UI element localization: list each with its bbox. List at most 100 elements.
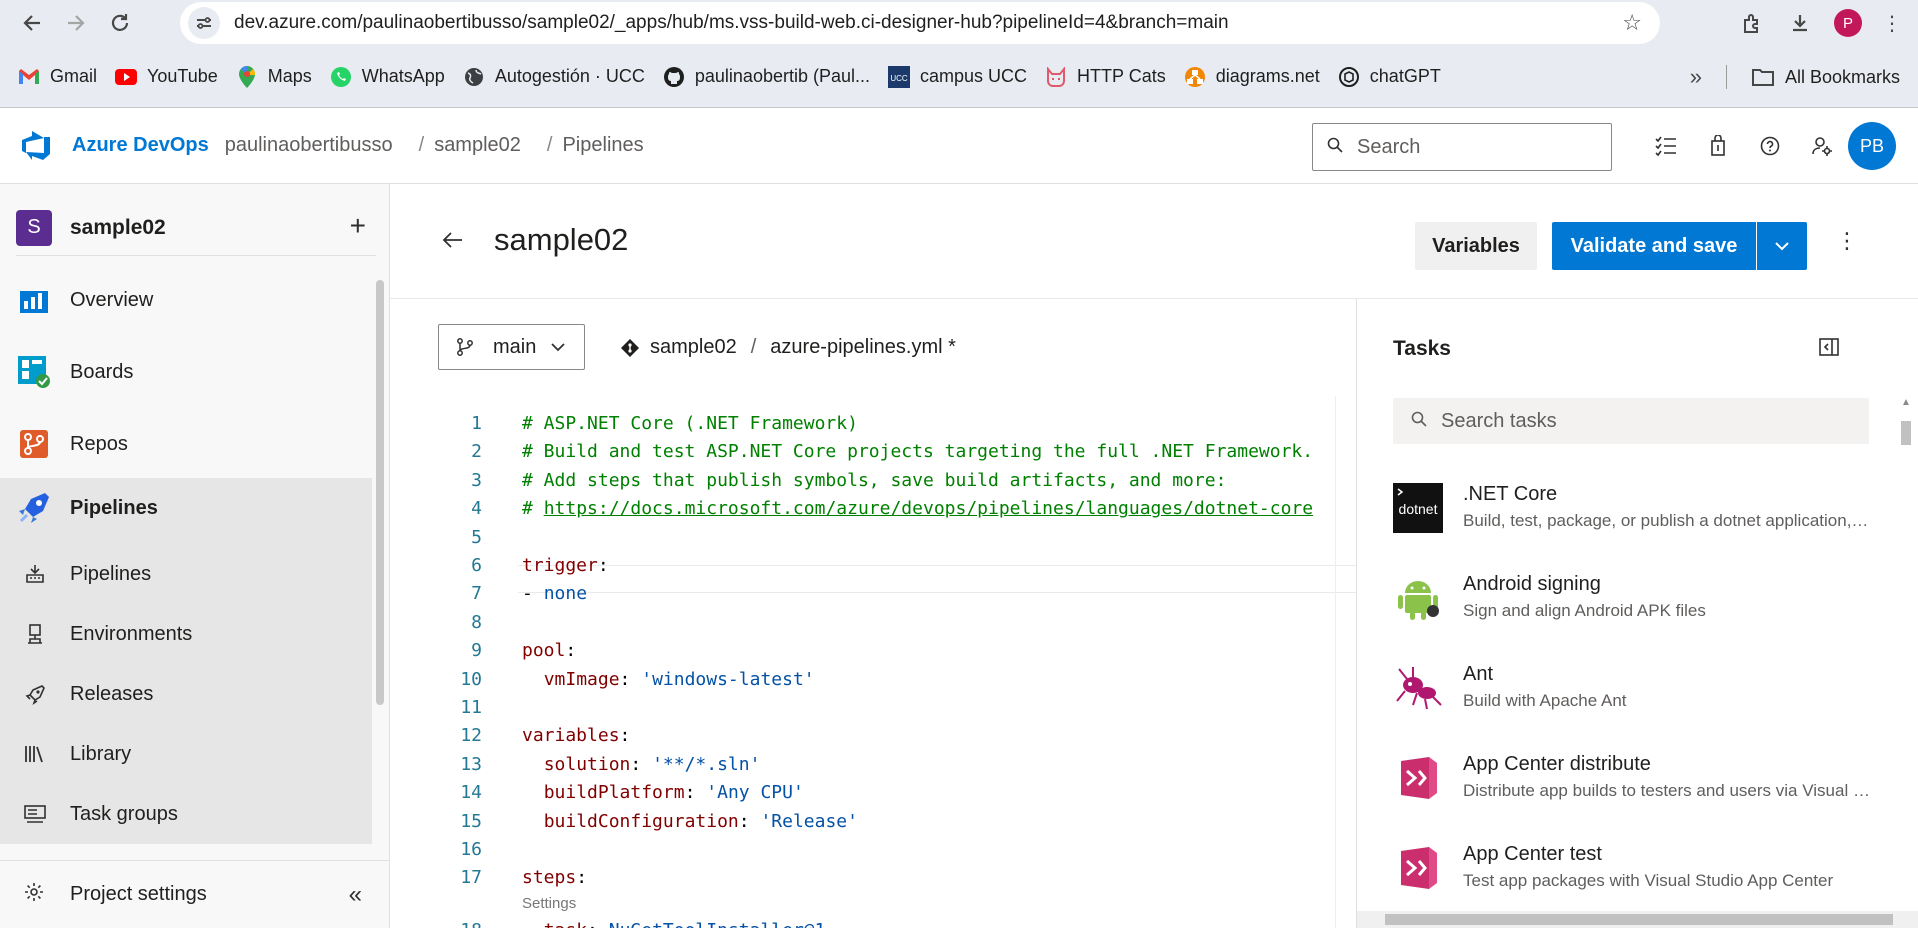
sidebar-item-label: Repos (70, 432, 128, 455)
download-icon[interactable] (1776, 12, 1824, 34)
back-button[interactable] (12, 3, 52, 43)
task-description: Distribute app builds to testers and use… (1463, 781, 1873, 800)
line-number: 17 (460, 867, 482, 889)
globe-icon (463, 66, 485, 88)
yaml-code-editor[interactable]: 1 # ASP.NET Core (.NET Framework) 2 # Build… (438, 396, 1356, 928)
line-number: 15 (460, 810, 482, 832)
arrow-left-icon (23, 15, 40, 31)
search-input[interactable] (1357, 135, 1577, 159)
tasks-search-box[interactable] (1393, 398, 1869, 444)
bookmark-gmail[interactable]: Gmail (18, 66, 97, 88)
collapse-nav-icon[interactable]: « (349, 881, 362, 909)
user-avatar[interactable]: PB (1848, 122, 1896, 170)
header-icons (1640, 108, 1848, 184)
ucc-icon: UCC (888, 65, 911, 88)
back-arrow-icon[interactable] (442, 228, 464, 256)
sidebar-subitem-releases[interactable]: Releases (0, 664, 372, 724)
task-description: Sign and align Android APK files (1463, 601, 1706, 620)
project-settings-link[interactable]: Project settings « (0, 860, 390, 928)
save-options-dropdown[interactable] (1757, 222, 1807, 270)
sidebar-subitem-library[interactable]: Library (0, 724, 372, 784)
tasks-horizontal-scrollbar[interactable] (1357, 911, 1918, 928)
tasks-vertical-scrollbar[interactable]: ▲ (1897, 397, 1915, 907)
task-android-signing[interactable]: Android signing Sign and align Android A… (1393, 565, 1893, 635)
repo-name-link[interactable]: sample02 (650, 336, 737, 359)
breadcrumb-org[interactable]: paulinaobertibusso (225, 134, 393, 157)
variables-button[interactable]: Variables (1415, 222, 1537, 270)
bookmark-autogestion[interactable]: Autogestión · UCC (463, 66, 645, 88)
browser-actions: P ⋮ (1728, 0, 1918, 46)
bookmark-diagrams[interactable]: diagrams.net (1184, 66, 1320, 88)
line-number: 5 (471, 526, 482, 548)
bookmark-maps[interactable]: Maps (236, 65, 312, 88)
reload-button[interactable] (100, 3, 140, 43)
sidebar-item-pipelines[interactable]: Pipelines (0, 478, 372, 538)
bookmark-github[interactable]: paulinaobertib (Paul... (663, 66, 870, 88)
bookmark-label: HTTP Cats (1077, 66, 1166, 86)
bookmark-campus-ucc[interactable]: UCC campus UCC (888, 65, 1028, 88)
forward-button[interactable] (56, 3, 96, 43)
sidebar-subitem-pipelines[interactable]: Pipelines (0, 544, 372, 604)
help-icon[interactable] (1744, 136, 1796, 156)
sidebar-subitem-environments[interactable]: Environments (0, 604, 372, 664)
environments-icon (22, 621, 48, 647)
breadcrumb-project[interactable]: sample02 (434, 134, 521, 157)
folder-icon (1751, 67, 1775, 87)
profile-button[interactable]: P (1824, 9, 1872, 37)
extensions-icon[interactable] (1728, 12, 1776, 34)
app-center-icon (1401, 847, 1437, 889)
site-info-icon[interactable] (188, 7, 220, 39)
bookmark-youtube[interactable]: YouTube (115, 66, 218, 88)
work-items-icon[interactable] (1640, 135, 1692, 157)
bookmark-whatsapp[interactable]: WhatsApp (330, 66, 445, 88)
task-dotnet-core[interactable]: dotnet .NET Core Build, test, package, o… (1393, 475, 1893, 545)
branch-selector[interactable]: main (438, 324, 585, 370)
code-line: 18 - task: NuGetToolInstaller@1 (438, 917, 1356, 928)
all-bookmarks-link[interactable]: All Bookmarks (1785, 67, 1900, 88)
breadcrumb-hub[interactable]: Pipelines (562, 134, 643, 157)
user-settings-icon[interactable] (1796, 135, 1848, 157)
code-text: # Build and test ASP.NET Core projects t… (522, 441, 1314, 463)
more-actions-icon[interactable]: ⋮ (1836, 228, 1858, 254)
task-app-center-test[interactable]: App Center test Test app packages with V… (1393, 835, 1893, 905)
bookmark-label: campus UCC (920, 66, 1028, 86)
code-text: pool: (522, 640, 577, 662)
sidebar-item-repos[interactable]: Repos (0, 414, 372, 474)
sidebar-scrollbar[interactable] (374, 280, 386, 840)
tasks-title: Tasks (1393, 337, 1451, 360)
task-app-center-distribute[interactable]: App Center distribute Distribute app bui… (1393, 745, 1893, 815)
tasks-search-input[interactable] (1441, 409, 1841, 433)
task-ant[interactable]: Ant Build with Apache Ant (1393, 655, 1893, 725)
sidebar-item-label: Pipelines (70, 496, 158, 519)
bookmark-chatgpt[interactable]: chatGPT (1338, 66, 1441, 88)
ado-brand[interactable]: Azure DevOps (72, 134, 209, 157)
marketplace-icon[interactable] (1692, 135, 1744, 157)
scroll-up-icon[interactable]: ▲ (1901, 397, 1911, 408)
sidebar-subitem-task-groups[interactable]: Task groups (0, 784, 372, 844)
codelens-settings-link[interactable]: Settings (522, 895, 576, 912)
arrow-right-icon (68, 15, 85, 31)
code-line: 8 (438, 609, 1356, 637)
sidebar-item-overview[interactable]: Overview (0, 270, 372, 330)
validate-and-save-button[interactable]: Validate and save (1552, 222, 1756, 270)
browser-menu-icon[interactable]: ⋮ (1872, 11, 1912, 36)
code-text: buildPlatform: 'Any CPU' (543, 782, 804, 804)
address-bar[interactable]: dev.azure.com/paulinaobertibusso/sample0… (180, 2, 1660, 44)
line-number: 16 (460, 839, 482, 860)
code-line: 14 buildPlatform: 'Any CPU' (438, 779, 1356, 807)
diagrams-icon (1184, 66, 1206, 88)
chevron-double-right-icon[interactable]: » (1690, 64, 1702, 90)
code-line: 7 - none (438, 580, 1356, 608)
git-repo-icon (621, 338, 639, 357)
bookmark-http-cats[interactable]: HTTP Cats (1045, 66, 1166, 88)
azure-devops-logo-icon[interactable] (20, 130, 52, 162)
project-selector[interactable]: S sample02 + (16, 200, 376, 256)
plus-icon[interactable]: + (350, 210, 366, 242)
collapse-panel-icon[interactable] (1817, 335, 1841, 359)
path-separator: / (750, 336, 757, 358)
tasks-assistant-panel: Tasks dotnet .NET Core Build, test, pack… (1356, 299, 1918, 928)
ado-search-box[interactable] (1312, 123, 1612, 171)
bookmark-star-icon[interactable]: ☆ (1622, 10, 1642, 36)
code-line: 12 variables: (438, 722, 1356, 750)
sidebar-item-boards[interactable]: Boards (0, 342, 372, 402)
